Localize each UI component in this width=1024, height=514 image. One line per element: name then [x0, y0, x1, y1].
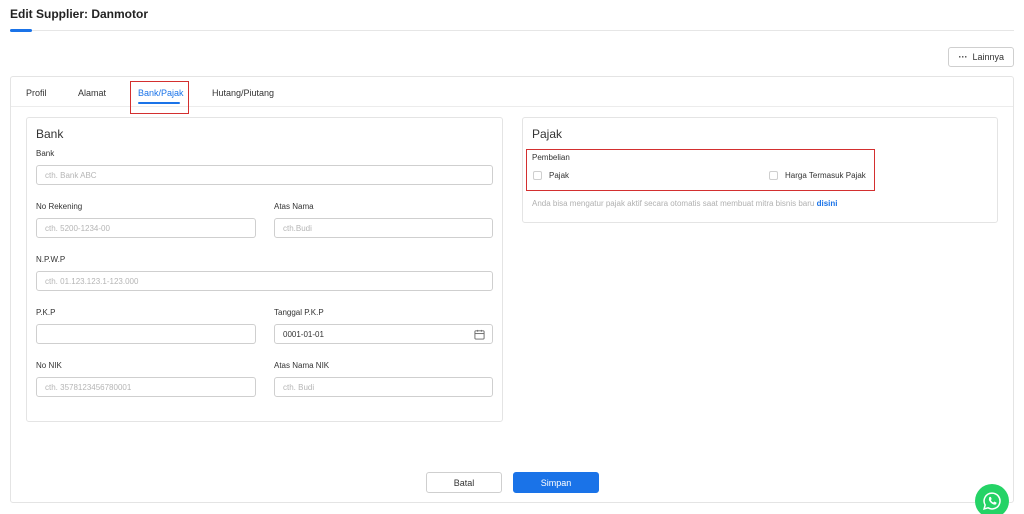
- title-accent-bar: [10, 29, 32, 32]
- tab-profil[interactable]: Profil: [26, 88, 47, 98]
- tab-bar: Profil Alamat Bank/Pajak Hutang/Piutang: [11, 77, 1013, 114]
- whatsapp-button[interactable]: [975, 484, 1009, 514]
- nik-input[interactable]: [36, 377, 256, 397]
- more-button[interactable]: ··· Lainnya: [948, 47, 1014, 67]
- pkp-date-input[interactable]: 0001-01-01: [274, 324, 493, 344]
- npwp-input[interactable]: [36, 271, 493, 291]
- page-header: Edit Supplier: Danmotor: [10, 7, 1014, 32]
- save-button[interactable]: Simpan: [513, 472, 599, 493]
- bank-label: Bank: [36, 149, 55, 158]
- more-dots-icon: ···: [958, 52, 968, 62]
- whatsapp-icon: [983, 492, 1001, 510]
- calendar-icon[interactable]: [474, 329, 485, 340]
- purchase-highlight-box: [526, 149, 875, 191]
- nik-label: No NIK: [36, 361, 62, 370]
- cancel-button[interactable]: Batal: [426, 472, 502, 493]
- pkp-input[interactable]: [36, 324, 256, 344]
- pkp-label: P.K.P: [36, 308, 56, 317]
- bank-input[interactable]: [36, 165, 493, 185]
- title-divider: [10, 30, 1014, 31]
- bank-panel-title: Bank: [36, 127, 64, 141]
- tab-hutang-piutang[interactable]: Hutang/Piutang: [212, 88, 274, 98]
- tax-hint: Anda bisa mengatur pajak aktif secara ot…: [532, 199, 837, 208]
- edit-supplier-page: Edit Supplier: Danmotor ··· Lainnya Prof…: [0, 0, 1024, 514]
- page-title: Edit Supplier: Danmotor: [10, 7, 148, 21]
- more-button-label: Lainnya: [972, 52, 1004, 62]
- nik-name-label: Atas Nama NIK: [274, 361, 330, 370]
- nik-name-input[interactable]: [274, 377, 493, 397]
- tab-alamat[interactable]: Alamat: [78, 88, 106, 98]
- account-number-input[interactable]: [36, 218, 256, 238]
- account-name-label: Atas Nama: [274, 202, 314, 211]
- pkp-date-value: 0001-01-01: [283, 329, 324, 339]
- npwp-label: N.P.W.P: [36, 255, 66, 264]
- pkp-date-label: Tanggal P.K.P: [274, 308, 324, 317]
- account-name-input[interactable]: [274, 218, 493, 238]
- tax-hint-text: Anda bisa mengatur pajak aktif secara ot…: [532, 199, 815, 208]
- tax-hint-link[interactable]: disini: [817, 199, 838, 208]
- tab-highlight-box: [130, 81, 189, 114]
- tax-panel-title: Pajak: [532, 127, 563, 141]
- account-number-label: No Rekening: [36, 202, 83, 211]
